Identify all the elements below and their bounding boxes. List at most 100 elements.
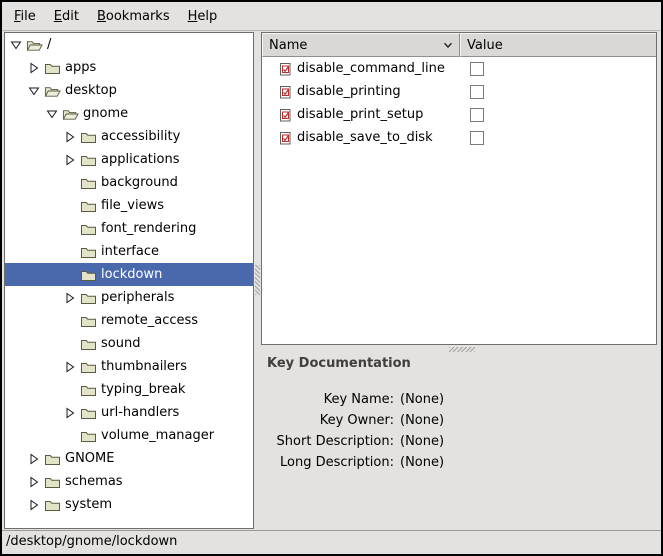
- expander-expanded-icon[interactable]: [10, 39, 22, 51]
- doc-row-short-description: Short Description: (None): [261, 431, 657, 452]
- tree-item-label: font_rendering: [101, 221, 196, 236]
- key-name-cell: disable_command_line: [262, 61, 460, 76]
- tree-item-accessibility[interactable]: accessibility: [5, 125, 253, 148]
- key-icon: [278, 108, 292, 122]
- doc-field-label: Key Owner:: [261, 410, 394, 431]
- folder-icon: [44, 61, 61, 75]
- value-checkbox[interactable]: [470, 108, 484, 122]
- expander-collapsed-icon[interactable]: [64, 154, 76, 166]
- menu-file-label: File: [14, 9, 36, 24]
- tree-item-desktop[interactable]: desktop: [5, 79, 253, 102]
- key-documentation-title: Key Documentation: [267, 356, 411, 371]
- menu-edit-label: Edit: [54, 9, 79, 24]
- doc-field-label: Short Description:: [261, 431, 394, 452]
- menu-bar: File Edit Bookmarks Help: [2, 2, 661, 31]
- tree-item-thumbnailers[interactable]: thumbnailers: [5, 355, 253, 378]
- list-row-disable_print_setup[interactable]: disable_print_setup: [262, 103, 656, 126]
- tree-item-GNOME[interactable]: GNOME: [5, 447, 253, 470]
- sort-indicator-icon: [443, 42, 453, 49]
- key-icon: [278, 131, 292, 145]
- expander-expanded-icon[interactable]: [46, 108, 58, 120]
- key-value-cell: [460, 62, 484, 76]
- menu-file[interactable]: File: [5, 4, 45, 29]
- expander-collapsed-icon[interactable]: [28, 453, 40, 465]
- value-checkbox[interactable]: [470, 131, 484, 145]
- folder-icon: [80, 222, 97, 236]
- list-row-disable_printing[interactable]: disable_printing: [262, 80, 656, 103]
- expander-spacer: [64, 246, 76, 258]
- key-name-label: disable_print_setup: [297, 107, 423, 122]
- key-name-label: disable_save_to_disk: [297, 130, 433, 145]
- expander-collapsed-icon[interactable]: [28, 476, 40, 488]
- key-name-cell: disable_printing: [262, 84, 460, 99]
- tree-item-label: desktop: [65, 83, 117, 98]
- expander-collapsed-icon[interactable]: [64, 131, 76, 143]
- column-value-label: Value: [467, 38, 503, 53]
- tree-item-root[interactable]: /: [5, 33, 253, 56]
- folder-open-icon: [62, 107, 79, 121]
- expander-collapsed-icon[interactable]: [64, 361, 76, 373]
- doc-field-value: (None): [400, 431, 444, 452]
- value-checkbox[interactable]: [470, 62, 484, 76]
- tree-item-url-handlers[interactable]: url-handlers: [5, 401, 253, 424]
- doc-field-value: (None): [400, 389, 444, 410]
- folder-icon: [80, 130, 97, 144]
- folder-icon: [80, 429, 97, 443]
- tree-item-apps[interactable]: apps: [5, 56, 253, 79]
- tree-item-lockdown[interactable]: lockdown: [5, 263, 253, 286]
- pane-resize-handle-horizontal[interactable]: [261, 345, 657, 353]
- expander-collapsed-icon[interactable]: [28, 62, 40, 74]
- tree-item-applications[interactable]: applications: [5, 148, 253, 171]
- folder-icon: [80, 153, 97, 167]
- tree-item-label: remote_access: [101, 313, 198, 328]
- tree-item-label: apps: [65, 60, 96, 75]
- tree-item-system[interactable]: system: [5, 493, 253, 516]
- tree-item-label: applications: [101, 152, 179, 167]
- menu-bookmarks[interactable]: Bookmarks: [88, 4, 179, 29]
- resize-grip-icon: [449, 347, 475, 352]
- expander-spacer: [64, 223, 76, 235]
- tree-item-font_rendering[interactable]: font_rendering: [5, 217, 253, 240]
- key-value-cell: [460, 108, 484, 122]
- list-row-disable_save_to_disk[interactable]: disable_save_to_disk: [262, 126, 656, 149]
- expander-collapsed-icon[interactable]: [28, 499, 40, 511]
- folder-icon: [44, 452, 61, 466]
- key-documentation-panel: Key Documentation Key Name: (None) Key O…: [261, 353, 657, 530]
- expander-collapsed-icon[interactable]: [64, 407, 76, 419]
- tree-item-label: lockdown: [101, 267, 162, 282]
- tree-item-gnome[interactable]: gnome: [5, 102, 253, 125]
- key-icon: [278, 62, 292, 76]
- value-checkbox[interactable]: [470, 85, 484, 99]
- expander-collapsed-icon[interactable]: [64, 292, 76, 304]
- folder-icon: [80, 337, 97, 351]
- key-icon: [278, 85, 292, 99]
- tree-item-label: GNOME: [65, 451, 114, 466]
- pane-resize-handle-vertical[interactable]: [254, 32, 261, 529]
- tree-item-background[interactable]: background: [5, 171, 253, 194]
- tree-item-label: gnome: [83, 106, 128, 121]
- tree-item-peripherals[interactable]: peripherals: [5, 286, 253, 309]
- list-row-disable_command_line[interactable]: disable_command_line: [262, 57, 656, 80]
- tree-item-remote_access[interactable]: remote_access: [5, 309, 253, 332]
- tree-item-file_views[interactable]: file_views: [5, 194, 253, 217]
- menu-edit[interactable]: Edit: [45, 4, 88, 29]
- folder-icon: [80, 245, 97, 259]
- doc-row-long-description: Long Description: (None): [261, 452, 657, 473]
- resize-grip-icon: [255, 265, 260, 295]
- key-name-cell: disable_save_to_disk: [262, 130, 460, 145]
- tree-pane: / apps desktop gnome accessibility appli…: [4, 32, 254, 529]
- tree-item-typing_break[interactable]: typing_break: [5, 378, 253, 401]
- column-header-value[interactable]: Value: [460, 33, 656, 57]
- tree-item-schemas[interactable]: schemas: [5, 470, 253, 493]
- tree-item-sound[interactable]: sound: [5, 332, 253, 355]
- tree-item-label: typing_break: [101, 382, 185, 397]
- column-header-name[interactable]: Name: [262, 33, 460, 57]
- tree-item-volume_manager[interactable]: volume_manager: [5, 424, 253, 447]
- doc-field-label: Long Description:: [261, 452, 394, 473]
- folder-icon: [44, 475, 61, 489]
- menu-help[interactable]: Help: [179, 4, 227, 29]
- tree-item-interface[interactable]: interface: [5, 240, 253, 263]
- expander-expanded-icon[interactable]: [28, 85, 40, 97]
- expander-spacer: [64, 315, 76, 327]
- folder-icon: [80, 199, 97, 213]
